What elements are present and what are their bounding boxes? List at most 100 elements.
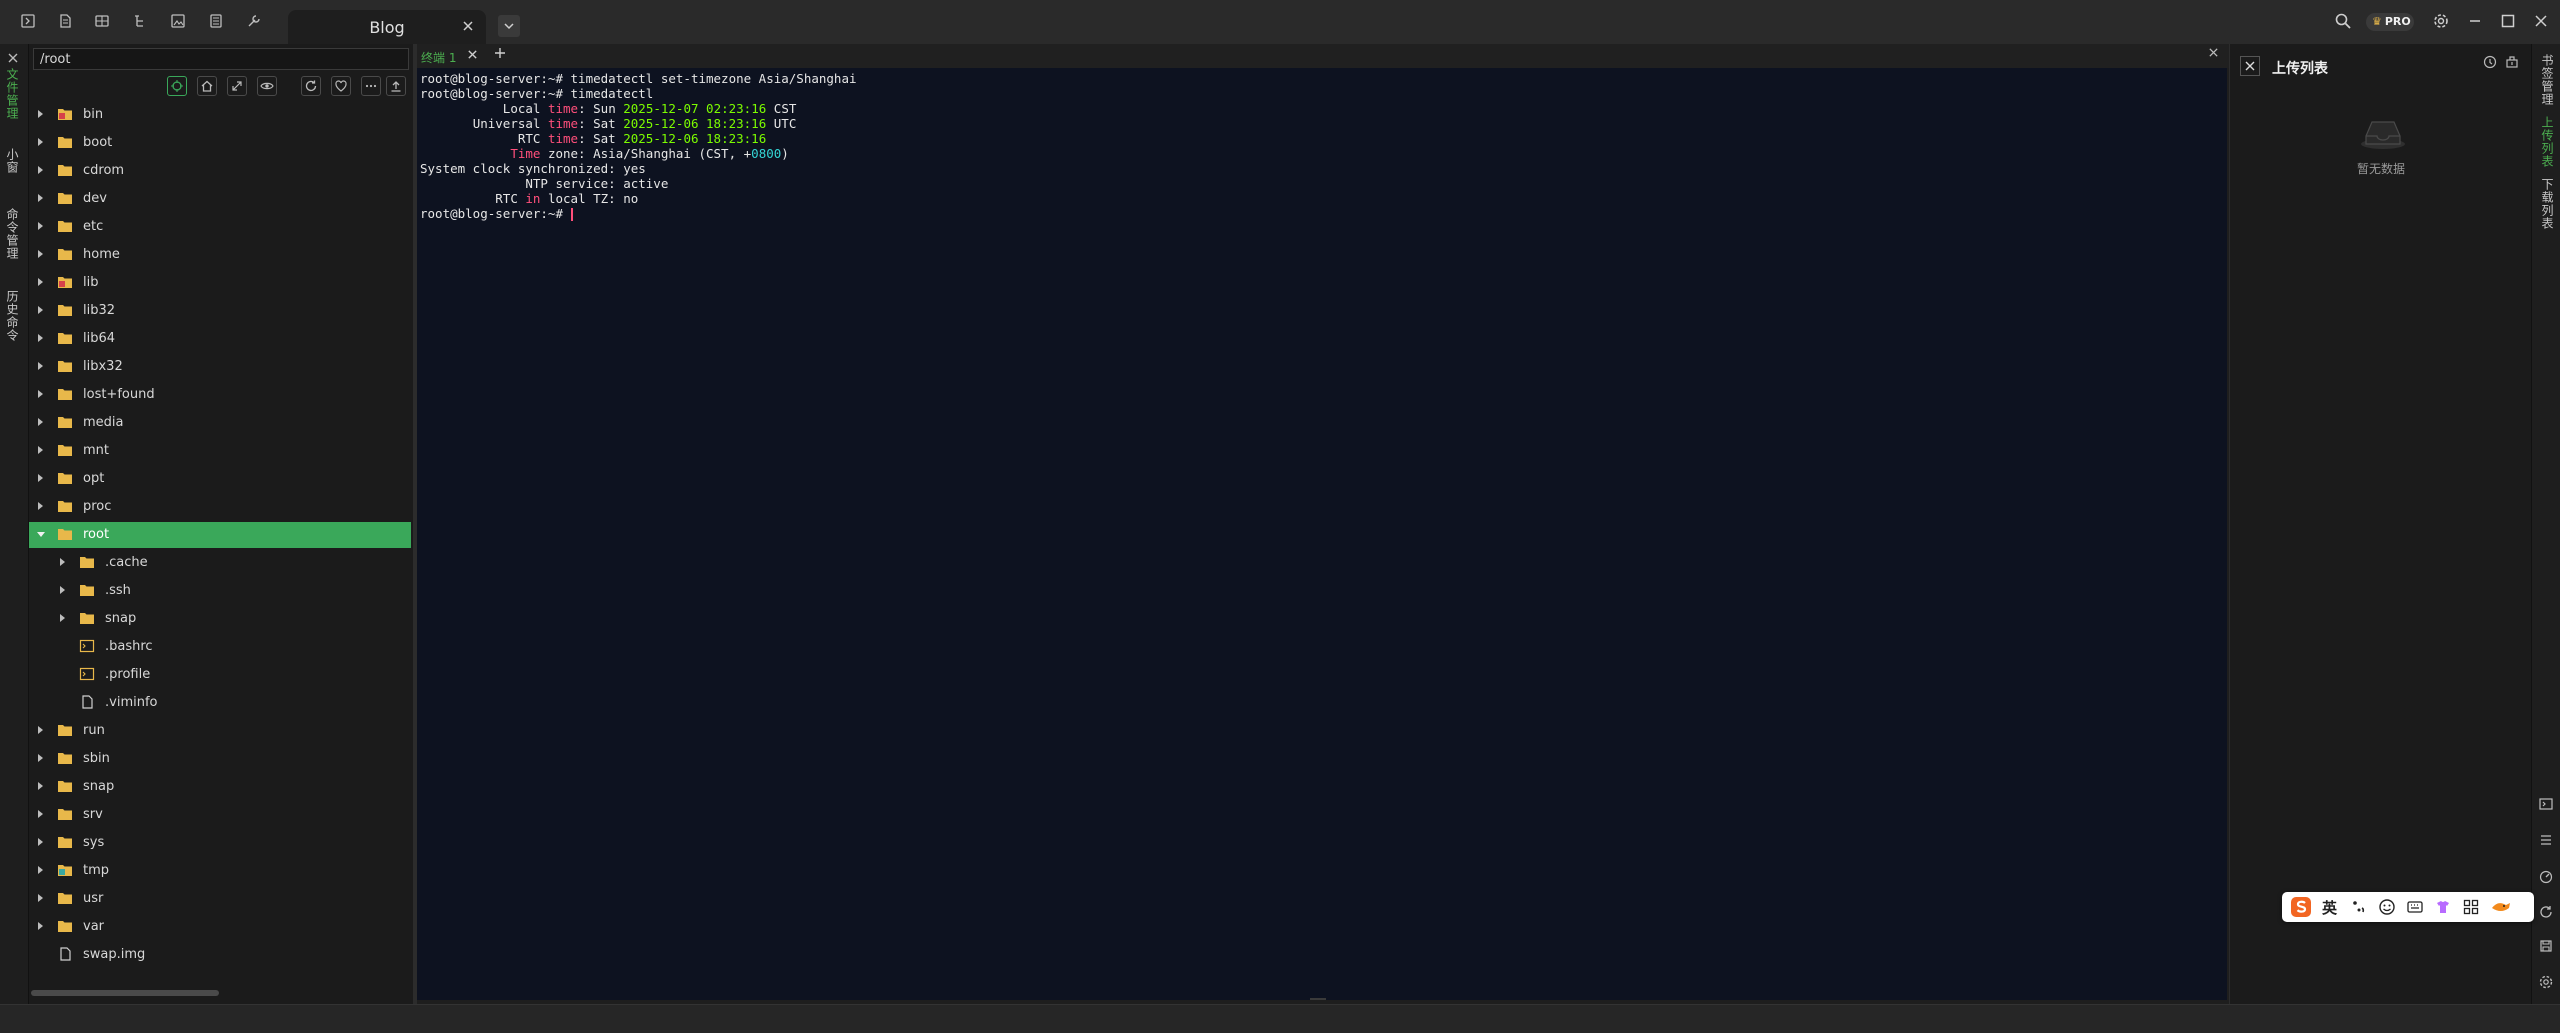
file-tree-item[interactable]: srv (29, 802, 411, 828)
file-tree-item[interactable]: swap.img (29, 942, 411, 968)
chevron-right-icon[interactable] (38, 474, 43, 482)
menu-icon[interactable] (2538, 832, 2554, 848)
chevron-right-icon[interactable] (38, 922, 43, 930)
chevron-right-icon[interactable] (60, 614, 65, 622)
file-tree-item[interactable]: lost+found (29, 382, 411, 408)
chevron-right-icon[interactable] (38, 194, 43, 202)
file-tree-item[interactable]: bin (29, 102, 411, 128)
speed-icon[interactable] (2538, 868, 2554, 884)
close-icon[interactable] (467, 49, 478, 60)
terminal-icon[interactable] (2538, 796, 2554, 812)
settings-icon[interactable] (2538, 974, 2554, 990)
file-tree-item[interactable]: opt (29, 466, 411, 492)
file-tree-item[interactable]: proc (29, 494, 411, 520)
list-icon[interactable] (208, 13, 226, 31)
chevron-right-icon[interactable] (38, 278, 43, 286)
home-button[interactable] (197, 76, 217, 96)
expand-button[interactable] (227, 76, 247, 96)
file-tree-item[interactable]: .ssh (29, 578, 411, 604)
chevron-right-icon[interactable] (38, 138, 43, 146)
sync-icon[interactable] (2538, 904, 2554, 920)
chevron-right-icon[interactable] (38, 502, 43, 510)
clear-list-icon[interactable] (2504, 54, 2520, 70)
file-tree-item[interactable]: etc (29, 214, 411, 240)
chevron-right-icon[interactable] (38, 250, 43, 258)
search-icon[interactable] (2334, 12, 2352, 30)
chevron-right-icon[interactable] (38, 866, 43, 874)
terminal-resize-handle[interactable] (1310, 998, 1326, 1000)
file-tree-item[interactable]: media (29, 410, 411, 436)
tab-bookmarks[interactable]: 书签管理 (2539, 54, 2556, 106)
chevron-right-icon[interactable] (38, 110, 43, 118)
file-tree-item[interactable]: mnt (29, 438, 411, 464)
toggle-hidden-button[interactable] (257, 76, 277, 96)
chevron-right-icon[interactable] (38, 166, 43, 174)
chevron-right-icon[interactable] (38, 306, 43, 314)
upload-button[interactable] (386, 76, 406, 96)
close-upload-panel-button[interactable] (2240, 56, 2260, 76)
more-button[interactable] (361, 76, 381, 96)
file-tree-item[interactable]: boot (29, 130, 411, 156)
collapse-panel-icon[interactable] (7, 52, 19, 64)
chevron-right-icon[interactable] (38, 390, 43, 398)
sogou-logo-icon[interactable] (2290, 896, 2312, 918)
chevron-right-icon[interactable] (38, 782, 43, 790)
minimize-icon[interactable] (2466, 12, 2484, 30)
tab-command-history[interactable]: 历史命令 (4, 290, 21, 342)
pro-badge[interactable]: ♛ PRO (2366, 13, 2414, 31)
chevron-right-icon[interactable] (60, 586, 65, 594)
file-tree-item[interactable]: tmp (29, 858, 411, 884)
tree-icon[interactable] (132, 13, 150, 31)
emoji-icon[interactable] (2378, 898, 2396, 916)
file-tree-item[interactable]: sys (29, 830, 411, 856)
new-session-icon[interactable] (20, 13, 38, 31)
terminal-output[interactable]: root@blog-server:~# timedatectl set-time… (417, 68, 2227, 1000)
tab-download-list[interactable]: 下载列表 (2539, 178, 2556, 230)
tab-blog[interactable]: Blog (288, 10, 486, 44)
tab-command-manager[interactable]: 命令管理 (4, 208, 21, 260)
file-tree-item[interactable]: libx32 (29, 354, 411, 380)
window-close-icon[interactable] (2532, 12, 2550, 30)
chevron-right-icon[interactable] (38, 754, 43, 762)
file-tree-item[interactable]: .profile (29, 662, 411, 688)
file-tree-item[interactable]: snap (29, 606, 411, 632)
punctuation-icon[interactable] (2350, 898, 2368, 916)
file-tree-item[interactable]: home (29, 242, 411, 268)
file-tree-item[interactable]: run (29, 718, 411, 744)
chevron-right-icon[interactable] (38, 446, 43, 454)
chevron-right-icon[interactable] (38, 838, 43, 846)
chevron-down-icon[interactable] (37, 532, 45, 537)
tab-upload-list[interactable]: 上传列表 (2539, 116, 2556, 168)
file-tree-item[interactable]: usr (29, 886, 411, 912)
chevron-right-icon[interactable] (38, 222, 43, 230)
chevron-right-icon[interactable] (38, 810, 43, 818)
ime-language-toggle[interactable]: 英 (2322, 897, 2337, 918)
maximize-icon[interactable] (2499, 12, 2517, 30)
mascot-icon[interactable] (2490, 898, 2512, 916)
tools-icon[interactable] (246, 13, 264, 31)
save-icon[interactable] (2538, 938, 2554, 954)
file-tree-item[interactable]: lib (29, 270, 411, 296)
chevron-right-icon[interactable] (38, 362, 43, 370)
gear-icon[interactable] (2432, 12, 2450, 30)
file-tree-item[interactable]: sbin (29, 746, 411, 772)
file-tree-item[interactable]: .bashrc (29, 634, 411, 660)
file-tree-item[interactable]: .viminfo (29, 690, 411, 716)
refresh-button[interactable] (301, 76, 321, 96)
tab-dropdown-button[interactable] (498, 15, 520, 37)
image-icon[interactable] (170, 13, 188, 31)
clock-history-icon[interactable] (2482, 54, 2498, 70)
horizontal-scrollbar[interactable] (31, 990, 219, 996)
chevron-right-icon[interactable] (60, 558, 65, 566)
file-tree-item[interactable]: .cache (29, 550, 411, 576)
file-tree-item[interactable]: lib32 (29, 298, 411, 324)
close-terminal-pane-icon[interactable] (2208, 47, 2219, 58)
close-icon[interactable] (462, 20, 474, 32)
split-view-icon[interactable] (94, 13, 112, 31)
file-tree-item[interactable]: root (29, 522, 411, 548)
file-tree-item[interactable]: dev (29, 186, 411, 212)
favorite-button[interactable] (331, 76, 351, 96)
chevron-right-icon[interactable] (38, 418, 43, 426)
file-tree-item[interactable]: snap (29, 774, 411, 800)
keyboard-icon[interactable] (2406, 898, 2424, 916)
